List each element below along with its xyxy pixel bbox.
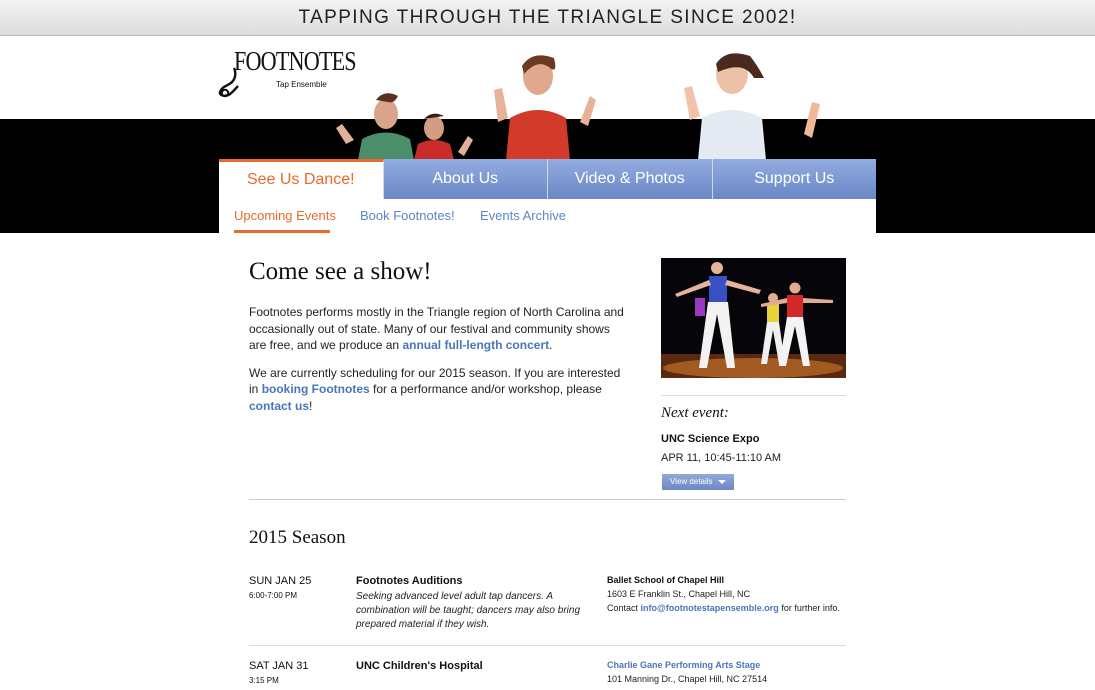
- event-divider: [249, 645, 846, 646]
- banner-text: TAPPING THROUGH THE TRIANGLE SINCE 2002!: [298, 7, 797, 28]
- contact-email-link[interactable]: info@footnotestapensemble.org: [641, 603, 779, 613]
- event-time: 6:00-7:00 PM: [249, 591, 298, 600]
- next-event-title: UNC Science Expo: [661, 433, 760, 445]
- event-time: 3:15 PM: [249, 676, 279, 685]
- top-banner: TAPPING THROUGH THE TRIANGLE SINCE 2002!: [0, 0, 1095, 36]
- main-nav: See Us Dance! About Us Video & Photos Su…: [219, 159, 876, 199]
- view-details-button[interactable]: View details: [662, 474, 734, 490]
- annual-concert-link[interactable]: annual full-length concert: [402, 338, 549, 352]
- booking-mid: for a performance and/or workshop, pleas…: [369, 382, 602, 396]
- event-address: 101 Manning Dr., Chapel Hill, NC 27514: [607, 674, 768, 684]
- event-date: SUN JAN 25: [249, 575, 312, 587]
- subnav-book-footnotes[interactable]: Book Footnotes!: [360, 208, 455, 223]
- event-address: 1603 E Franklin St., Chapel Hill, NC: [607, 589, 751, 599]
- event-venue: Ballet School of Chapel Hill: [607, 575, 725, 585]
- event-date: SAT JAN 31: [249, 660, 309, 672]
- subnav-events-archive[interactable]: Events Archive: [480, 208, 566, 223]
- next-event-label: Next event:: [661, 405, 729, 421]
- event-title: Footnotes Auditions: [356, 575, 463, 587]
- event-venue-link[interactable]: Charlie Gane Performing Arts Stage: [607, 660, 760, 670]
- main-content: Come see a show! Footnotes performs most…: [249, 258, 629, 425]
- performance-photo: [661, 258, 846, 378]
- event-title: UNC Children's Hospital: [356, 660, 483, 672]
- intro-paragraph: Footnotes performs mostly in the Triangl…: [249, 304, 629, 354]
- sub-nav: Upcoming Events Book Footnotes! Events A…: [219, 199, 876, 233]
- tab-video-photos[interactable]: Video & Photos: [548, 159, 713, 199]
- booking-paragraph: We are currently scheduling for our 2015…: [249, 365, 629, 415]
- next-event-time: APR 11, 10:45-11:10 AM: [661, 452, 782, 464]
- event-contact: Contact info@footnotestapensemble.org fo…: [607, 602, 847, 615]
- active-subnav-indicator: [234, 230, 330, 233]
- subnav-upcoming-events[interactable]: Upcoming Events: [234, 208, 336, 223]
- page-title: Come see a show!: [249, 258, 432, 285]
- contact-post: for further info.: [778, 603, 840, 613]
- contact-pre: Contact: [607, 603, 641, 613]
- tab-see-us-dance[interactable]: See Us Dance!: [219, 159, 384, 199]
- dancers-header-image: [318, 53, 863, 160]
- tab-about-us[interactable]: About Us: [383, 159, 548, 199]
- contact-us-link[interactable]: contact us: [249, 399, 309, 413]
- sidebar-divider: [661, 395, 846, 396]
- site-logo[interactable]: FOOTNOTES Tap Ensemble: [218, 44, 357, 100]
- booking-end: !: [309, 398, 313, 413]
- booking-footnotes-link[interactable]: booking Footnotes: [262, 382, 370, 396]
- season-heading: 2015 Season: [249, 527, 346, 548]
- view-details-label: View details: [670, 477, 713, 486]
- tab-support-us[interactable]: Support Us: [712, 159, 876, 199]
- section-divider: [249, 499, 846, 500]
- event-description: Seeking advanced level adult tap dancers…: [356, 591, 581, 630]
- caret-down-icon: [718, 480, 726, 484]
- intro-end: .: [549, 338, 553, 352]
